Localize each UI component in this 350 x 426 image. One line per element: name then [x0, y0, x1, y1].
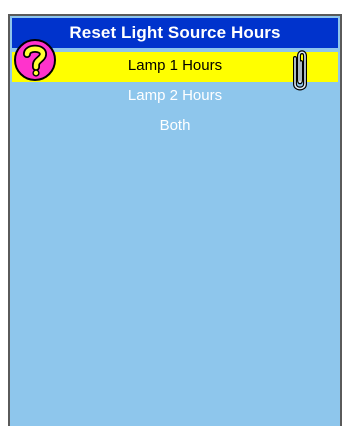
- menu-item-both[interactable]: Both: [10, 112, 340, 142]
- question-mark-help-icon[interactable]: [13, 38, 57, 82]
- menu-title: Reset Light Source Hours: [12, 18, 338, 48]
- help-icon-graphic: [14, 39, 56, 81]
- paperclip-icon-graphic: [293, 50, 307, 91]
- paperclip-icon: [285, 50, 313, 96]
